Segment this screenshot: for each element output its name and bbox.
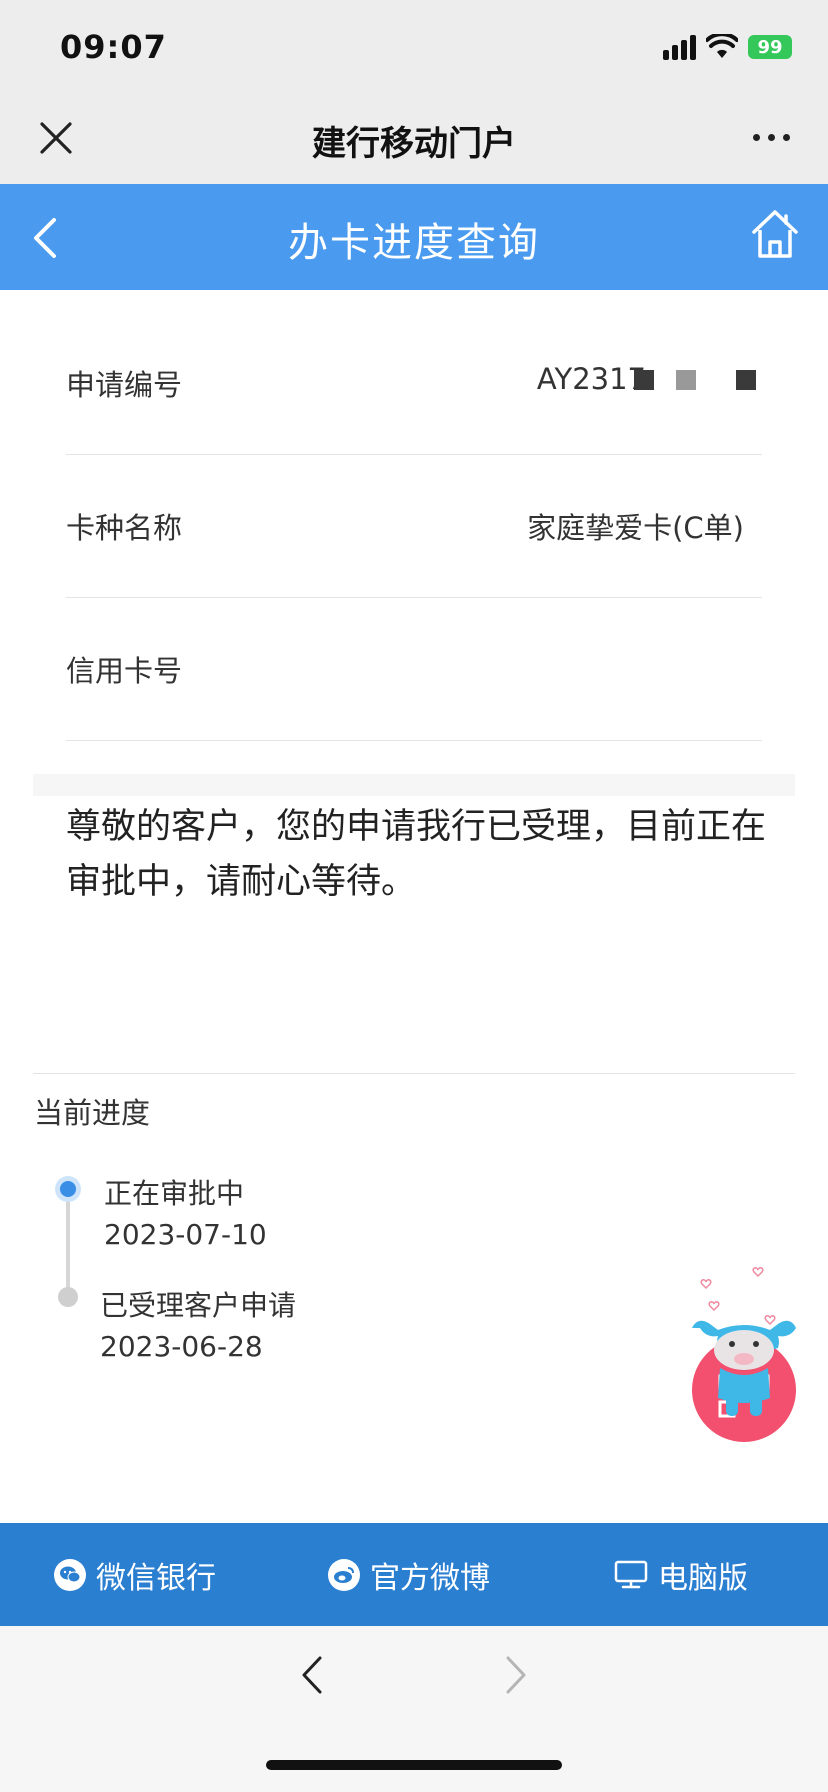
row-label: 信用卡号 <box>66 654 183 688</box>
application-number-row: 申请编号 AY2317 <box>66 312 762 455</box>
row-label: 卡种名称 <box>66 511 183 545</box>
timeline-line <box>66 1186 70 1296</box>
home-indicator <box>266 1760 562 1770</box>
timeline-dot-active <box>55 1176 81 1202</box>
wifi-icon <box>706 34 738 58</box>
pc-version-label: 电脑版 <box>658 1561 748 1596</box>
weibo-link[interactable]: 官方微博 <box>328 1553 490 1597</box>
signal-icon <box>663 34 696 60</box>
application-number-value: AY2317 <box>536 362 646 396</box>
progress-title: 当前进度 <box>34 1096 151 1130</box>
timeline-status: 已受理客户申请 <box>100 1289 297 1322</box>
mascot-float-button[interactable] <box>684 1264 804 1448</box>
pc-version-link[interactable]: 电脑版 <box>614 1553 748 1597</box>
wechat-title: 建行移动门户 <box>312 124 516 164</box>
home-icon[interactable] <box>750 208 800 260</box>
page-title: 办卡进度查询 <box>288 220 540 266</box>
timeline-dot <box>58 1287 78 1307</box>
timeline-date: 2023-06-28 <box>100 1330 263 1363</box>
divider <box>33 1073 795 1074</box>
timeline-status: 正在审批中 <box>104 1177 245 1210</box>
more-icon[interactable] <box>753 134 790 141</box>
mask-block <box>736 370 756 390</box>
weibo-label: 官方微博 <box>370 1561 490 1596</box>
status-notice: 尊敬的客户，您的申请我行已受理，目前正在审批中，请耐心等待。 <box>66 807 767 902</box>
monitor-icon <box>614 1560 648 1589</box>
battery-icon: 99 <box>748 35 792 59</box>
weibo-icon <box>328 1559 360 1591</box>
card-number-row: 信用卡号 <box>66 598 762 741</box>
nav-back-icon[interactable] <box>300 1654 326 1696</box>
status-icons: 99 <box>663 34 792 60</box>
footer-bar: 微信银行 官方微博 电脑版 <box>0 1523 828 1626</box>
wechat-bank-link[interactable]: 微信银行 <box>54 1553 216 1597</box>
mask-block <box>676 370 696 390</box>
wechat-icon <box>54 1559 86 1591</box>
row-label: 申请编号 <box>66 368 183 402</box>
card-type-row: 卡种名称 家庭挚爱卡(C单) <box>66 455 762 598</box>
mask-block <box>634 370 654 390</box>
card-type-value: 家庭挚爱卡(C单) <box>527 511 744 545</box>
wechat-bank-label: 微信银行 <box>96 1561 216 1596</box>
nav-forward-icon[interactable] <box>502 1654 528 1696</box>
separator-band <box>33 774 795 796</box>
status-time: 09:07 <box>60 28 167 66</box>
timeline-date: 2023-07-10 <box>104 1218 267 1251</box>
